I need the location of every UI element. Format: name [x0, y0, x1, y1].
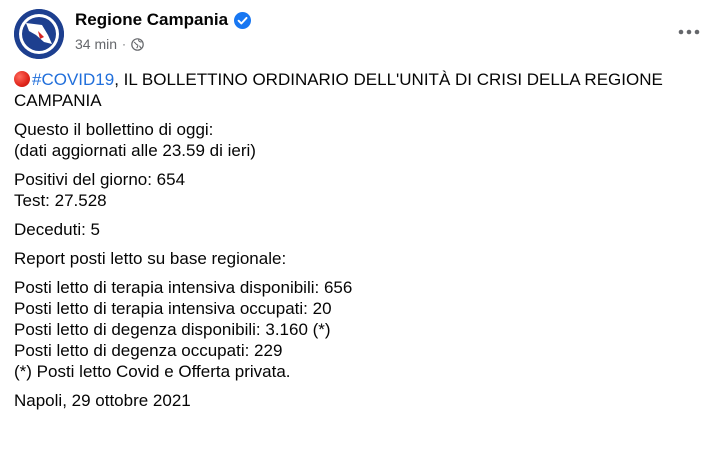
intro-note: (dati aggiornati alle 23.59 di ieri) [14, 141, 256, 160]
date-line: Napoli, 29 ottobre 2021 [14, 391, 191, 410]
verified-badge-icon [234, 11, 252, 29]
meta-separator: · [122, 37, 127, 51]
intro-line: Questo il bollettino di oggi: [14, 120, 214, 139]
test-line: Test: 27.528 [14, 191, 107, 210]
post-headline: #COVID19, IL BOLLETTINO ORDINARIO DELL'U… [14, 69, 704, 111]
facebook-post: Regione Campania 34 min · #COVID19, IL B… [0, 0, 721, 470]
hashtag-link[interactable]: #COVID19 [32, 70, 114, 89]
more-options-icon [678, 29, 700, 35]
globe-icon[interactable] [131, 37, 144, 51]
degenza-disponibili-line: Posti letto di degenza disponibili: 3.16… [14, 320, 331, 339]
post-text: #COVID19, IL BOLLETTINO ORDINARIO DELL'U… [14, 69, 704, 411]
red-circle-icon [14, 71, 30, 87]
report-line: Report posti letto su base regionale: [14, 249, 287, 268]
ti-disponibili-line: Posti letto di terapia intensiva disponi… [14, 278, 353, 297]
post-time[interactable]: 34 min [75, 36, 117, 52]
degenza-occupati-line: Posti letto di degenza occupati: 229 [14, 341, 283, 360]
deceduti-line: Deceduti: 5 [14, 220, 100, 239]
more-options-button[interactable] [669, 14, 709, 50]
footnote-line: (*) Posti letto Covid e Offerta privata. [14, 362, 291, 381]
profile-avatar[interactable] [14, 9, 64, 59]
positivi-line: Positivi del giorno: 654 [14, 170, 186, 189]
ti-occupati-line: Posti letto di terapia intensiva occupat… [14, 299, 332, 318]
post-meta: 34 min · [75, 36, 144, 52]
regione-campania-logo-icon [14, 9, 64, 59]
author-row: Regione Campania [75, 9, 252, 31]
author-name[interactable]: Regione Campania [75, 9, 228, 31]
